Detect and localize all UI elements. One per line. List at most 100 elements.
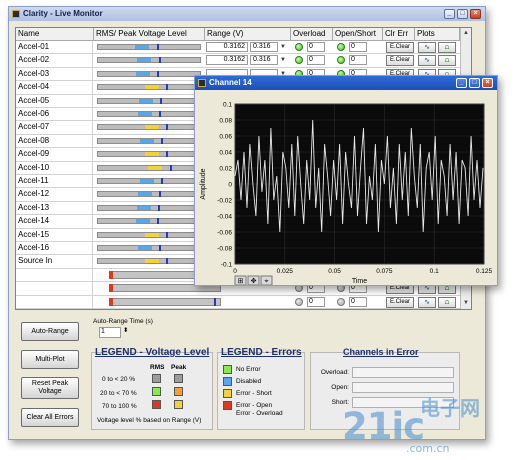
error-legend-swatch (223, 389, 232, 398)
plot-minimize-button[interactable]: _ (456, 78, 467, 88)
table-row-empty: 0 0 E.Clear ∿⩍ (16, 295, 471, 309)
open-short-led-icon (337, 56, 345, 65)
channel-name: Accel-13 (16, 201, 93, 215)
plot-app-icon (198, 79, 206, 87)
y-tick-label: -0.08 (217, 246, 232, 253)
header-clr-err: Clr Err (383, 28, 415, 41)
header-range: Range (V) (205, 28, 291, 41)
peak-marker (161, 137, 164, 144)
main-window-title: Clarity - Live Monitor (23, 9, 103, 18)
zoom-icon-glyph: ⊞ (238, 278, 244, 285)
spectrum-plot-icon[interactable]: ⩍ (438, 42, 456, 53)
rms-fill (137, 246, 153, 250)
x-tick-label: 0 (233, 268, 237, 275)
level-meter (97, 218, 201, 225)
x-tick-label: 0.025 (277, 268, 294, 275)
level-meter (97, 245, 201, 251)
channel-name: Accel-05 (16, 94, 93, 108)
legend-rms-label: RMS (150, 364, 165, 371)
range-select[interactable]: 0.316 (250, 55, 278, 66)
rms-fill (139, 138, 155, 143)
scroll-down-icon[interactable]: ▼ (462, 299, 470, 308)
range-select[interactable]: 0.316 (250, 42, 278, 52)
error-legend-label: Error - Open Error - Overload (236, 402, 283, 417)
y-tick-label: 0 (228, 182, 232, 189)
level-meter (97, 178, 201, 184)
plot-maximize-button[interactable]: □ (469, 78, 480, 88)
header-plots: Plots (415, 28, 460, 41)
peak-marker (166, 151, 169, 158)
channel-name: Accel-06 (16, 108, 93, 121)
legend-peak-high-swatch (174, 400, 183, 409)
peak-marker (159, 57, 162, 64)
plot-close-button[interactable]: × (482, 78, 493, 88)
waveform-plot-icon[interactable]: ∿ (418, 55, 436, 67)
close-button[interactable]: × (470, 9, 481, 19)
clear-error-button[interactable]: E.Clear (386, 296, 414, 308)
overload-count: 0 (307, 42, 325, 52)
legend-rms-mid-swatch (152, 387, 161, 396)
auto-range-stepper-icon[interactable]: ⬍ (123, 326, 128, 334)
legend-errors-title: LEGEND - Errors (221, 347, 302, 358)
peak-marker (159, 191, 162, 198)
header-open-short: Open/Short (333, 28, 383, 41)
y-axis-label: Amplitude (200, 168, 207, 199)
maximize-button[interactable]: □ (457, 9, 468, 19)
plot-window-title: Channel 14 (209, 78, 252, 87)
channels-in-error-title: Channels in Error (343, 347, 419, 357)
range-dropdown-icon[interactable]: ▼ (280, 44, 286, 50)
level-meter (97, 191, 201, 198)
waveform-plot-icon[interactable]: ∿ (418, 296, 436, 308)
y-tick-label: 0.08 (219, 118, 232, 125)
legend-rms-high-swatch (152, 400, 161, 409)
open-short-led-icon (337, 297, 345, 306)
peak-marker (158, 204, 161, 211)
error-field-label: Overload: (320, 369, 349, 376)
peak-marker (166, 124, 169, 131)
main-titlebar[interactable]: Clarity - Live Monitor _ □ × (9, 7, 485, 21)
legend-rms-low-swatch (152, 374, 161, 383)
channel-name: Accel-08 (16, 134, 93, 148)
y-tick-label: -0.04 (217, 214, 232, 221)
channel-name: Accel-02 (16, 54, 93, 68)
y-tick-label: 0.06 (219, 134, 232, 141)
overload-led-icon (295, 56, 303, 65)
channel-name: Accel-12 (16, 188, 93, 202)
rms-fill (136, 58, 152, 63)
channel-name: Accel-11 (16, 175, 93, 188)
y-tick-label: -0.02 (217, 198, 232, 205)
rms-fill (144, 232, 160, 237)
plot-titlebar[interactable]: Channel 14 _ □ × (195, 76, 497, 90)
header-level: RMS/ Peak Voltage Level (94, 28, 205, 41)
y-tick-label: 0.04 (219, 150, 232, 157)
reset-peak-button[interactable]: Reset Peak Voltage (21, 377, 79, 399)
clear-error-button[interactable]: E.Clear (386, 55, 414, 67)
peak-marker (159, 245, 162, 251)
error-field-value (352, 367, 454, 378)
cursor-icon-glyph: ⌖ (265, 278, 269, 285)
clear-error-button[interactable]: E.Clear (386, 42, 414, 53)
rms-fill (144, 85, 160, 90)
level-meter-empty (109, 297, 221, 306)
y-tick-label: 0.1 (223, 102, 232, 109)
spectrum-plot-icon[interactable]: ⩍ (438, 55, 456, 67)
waveform-plot-icon[interactable]: ∿ (418, 42, 436, 53)
minimize-button[interactable]: _ (444, 9, 455, 19)
clear-all-errors-button[interactable]: Clear All Errors (21, 408, 79, 427)
scroll-up-icon[interactable]: ▲ (462, 29, 470, 38)
legend-row-high: 70 to 100 % (102, 403, 137, 410)
open-short-count: 0 (349, 42, 367, 52)
overload-led-icon (295, 297, 303, 306)
overload-count: 0 (307, 55, 325, 66)
error-legend-swatch (223, 377, 232, 386)
peak-marker (157, 44, 160, 50)
rms-fill (138, 98, 154, 103)
error-legend-label: Disabled (236, 378, 262, 385)
x-axis-label: Time (352, 278, 367, 285)
error-legend-label: Error - Short (236, 390, 272, 397)
range-dropdown-icon[interactable]: ▼ (280, 57, 286, 63)
spectrum-plot-icon[interactable]: ⩍ (438, 296, 456, 308)
auto-range-button[interactable]: Auto-Range (21, 322, 79, 341)
auto-range-time-input[interactable]: 1 (99, 327, 121, 338)
multi-plot-button[interactable]: Multi-Plot (21, 350, 79, 369)
